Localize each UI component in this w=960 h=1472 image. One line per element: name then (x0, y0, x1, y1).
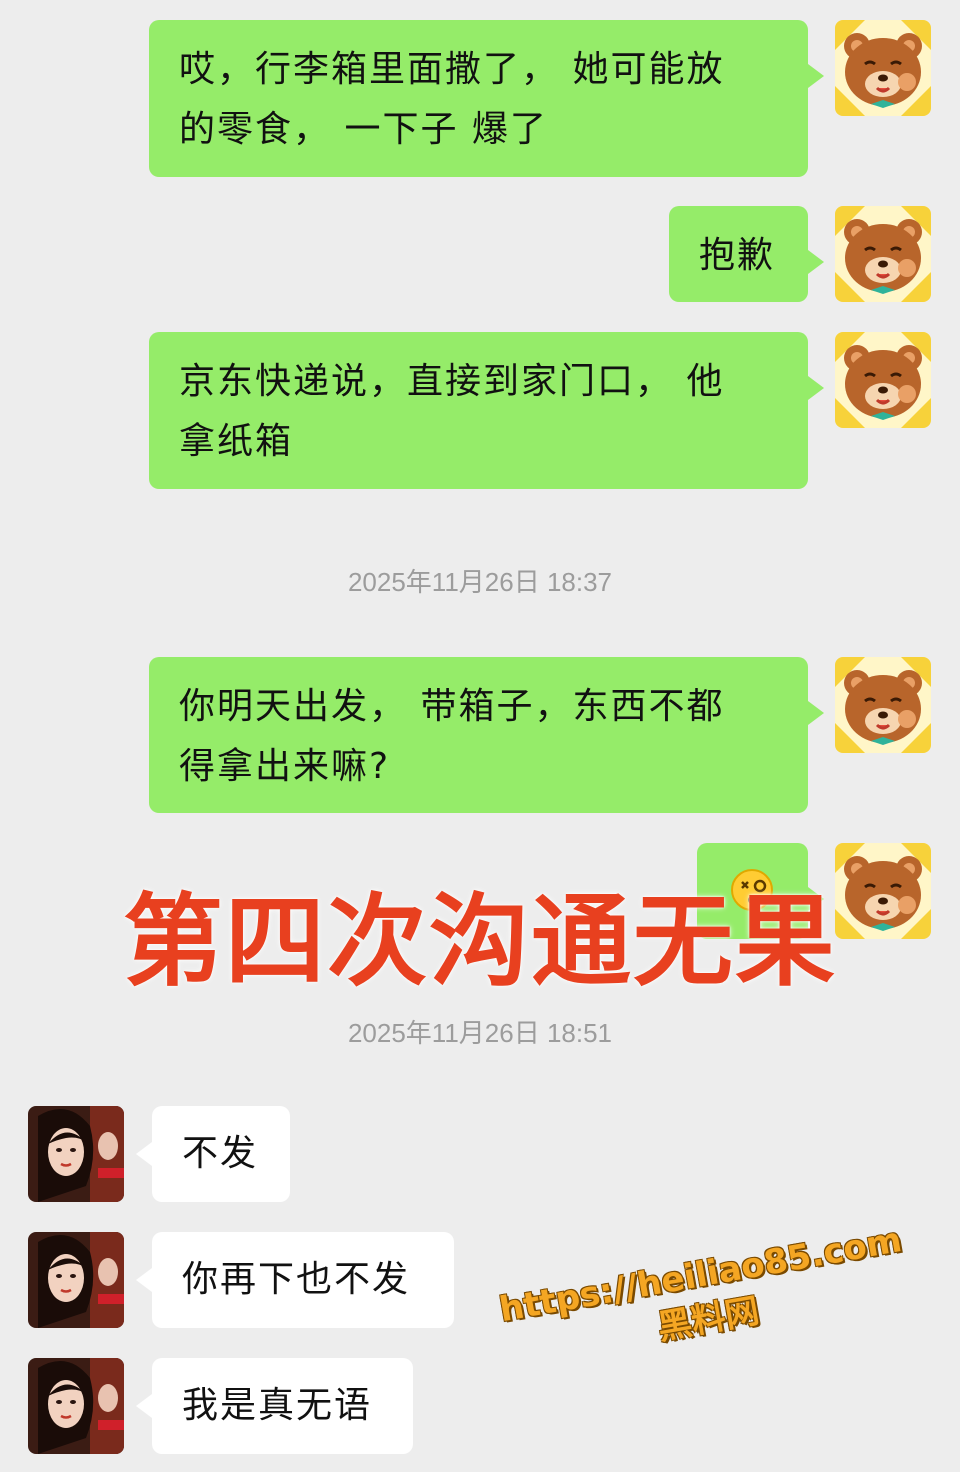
outgoing-message-bubble[interactable]: 抱歉 (669, 206, 824, 302)
message-text: 拿纸箱 (179, 421, 294, 462)
bear-avatar[interactable] (835, 206, 931, 302)
outgoing-message-bubble[interactable]: 京东快递说，直接到家门口， 他 拿纸箱 (149, 332, 824, 489)
woman-portrait-avatar[interactable] (28, 1358, 124, 1454)
outgoing-message-bubble[interactable]: 哎，行李箱里面撒了， 她可能放 的零食， 一下子 爆了 (149, 20, 824, 177)
message-text: 你明天出发， 带箱子，东西不都 (179, 686, 725, 727)
woman-portrait-avatar[interactable] (28, 1106, 124, 1202)
message-text: 的零食， 一下子 爆了 (179, 109, 548, 150)
woman-portrait-icon (28, 1232, 124, 1328)
incoming-message-bubble[interactable]: 我是真无语 (136, 1358, 413, 1454)
bear-icon (835, 657, 931, 753)
woman-portrait-icon (28, 1106, 124, 1202)
message-text: 抱歉 (699, 235, 776, 276)
bear-icon (835, 332, 931, 428)
bear-icon (835, 20, 931, 116)
chat-area[interactable]: 哎，行李箱里面撒了， 她可能放 的零食， 一下子 爆了 抱歉 京东快递说，直接到… (0, 0, 960, 1472)
outgoing-message-bubble[interactable]: 你明天出发， 带箱子，东西不都 得拿出来嘛? (149, 657, 824, 813)
message-text: 你再下也不发 (182, 1259, 411, 1300)
overlay-caption: 第四次沟通无果 (123, 883, 837, 1000)
chat-timestamp: 2025年11月26日 18:51 (347, 1018, 613, 1048)
incoming-message-bubble[interactable]: 你再下也不发 (136, 1232, 454, 1328)
bear-avatar[interactable] (835, 332, 931, 428)
watermark: https://heiliao85.com 黑料网 (490, 1217, 919, 1379)
woman-portrait-avatar[interactable] (28, 1232, 124, 1328)
chat-timestamp: 2025年11月26日 18:37 (347, 567, 613, 597)
message-text: 不发 (182, 1133, 259, 1174)
message-text: 哎，行李箱里面撒了， 她可能放 (179, 49, 725, 90)
message-text: 得拿出来嘛? (179, 746, 391, 787)
message-text: 京东快递说，直接到家门口， 他 (179, 361, 725, 402)
woman-portrait-icon (28, 1358, 124, 1454)
bear-avatar[interactable] (835, 20, 931, 116)
bear-avatar[interactable] (835, 657, 931, 753)
bear-icon (835, 206, 931, 302)
incoming-message-bubble[interactable]: 不发 (136, 1106, 290, 1202)
message-text: 我是真无语 (182, 1385, 373, 1426)
